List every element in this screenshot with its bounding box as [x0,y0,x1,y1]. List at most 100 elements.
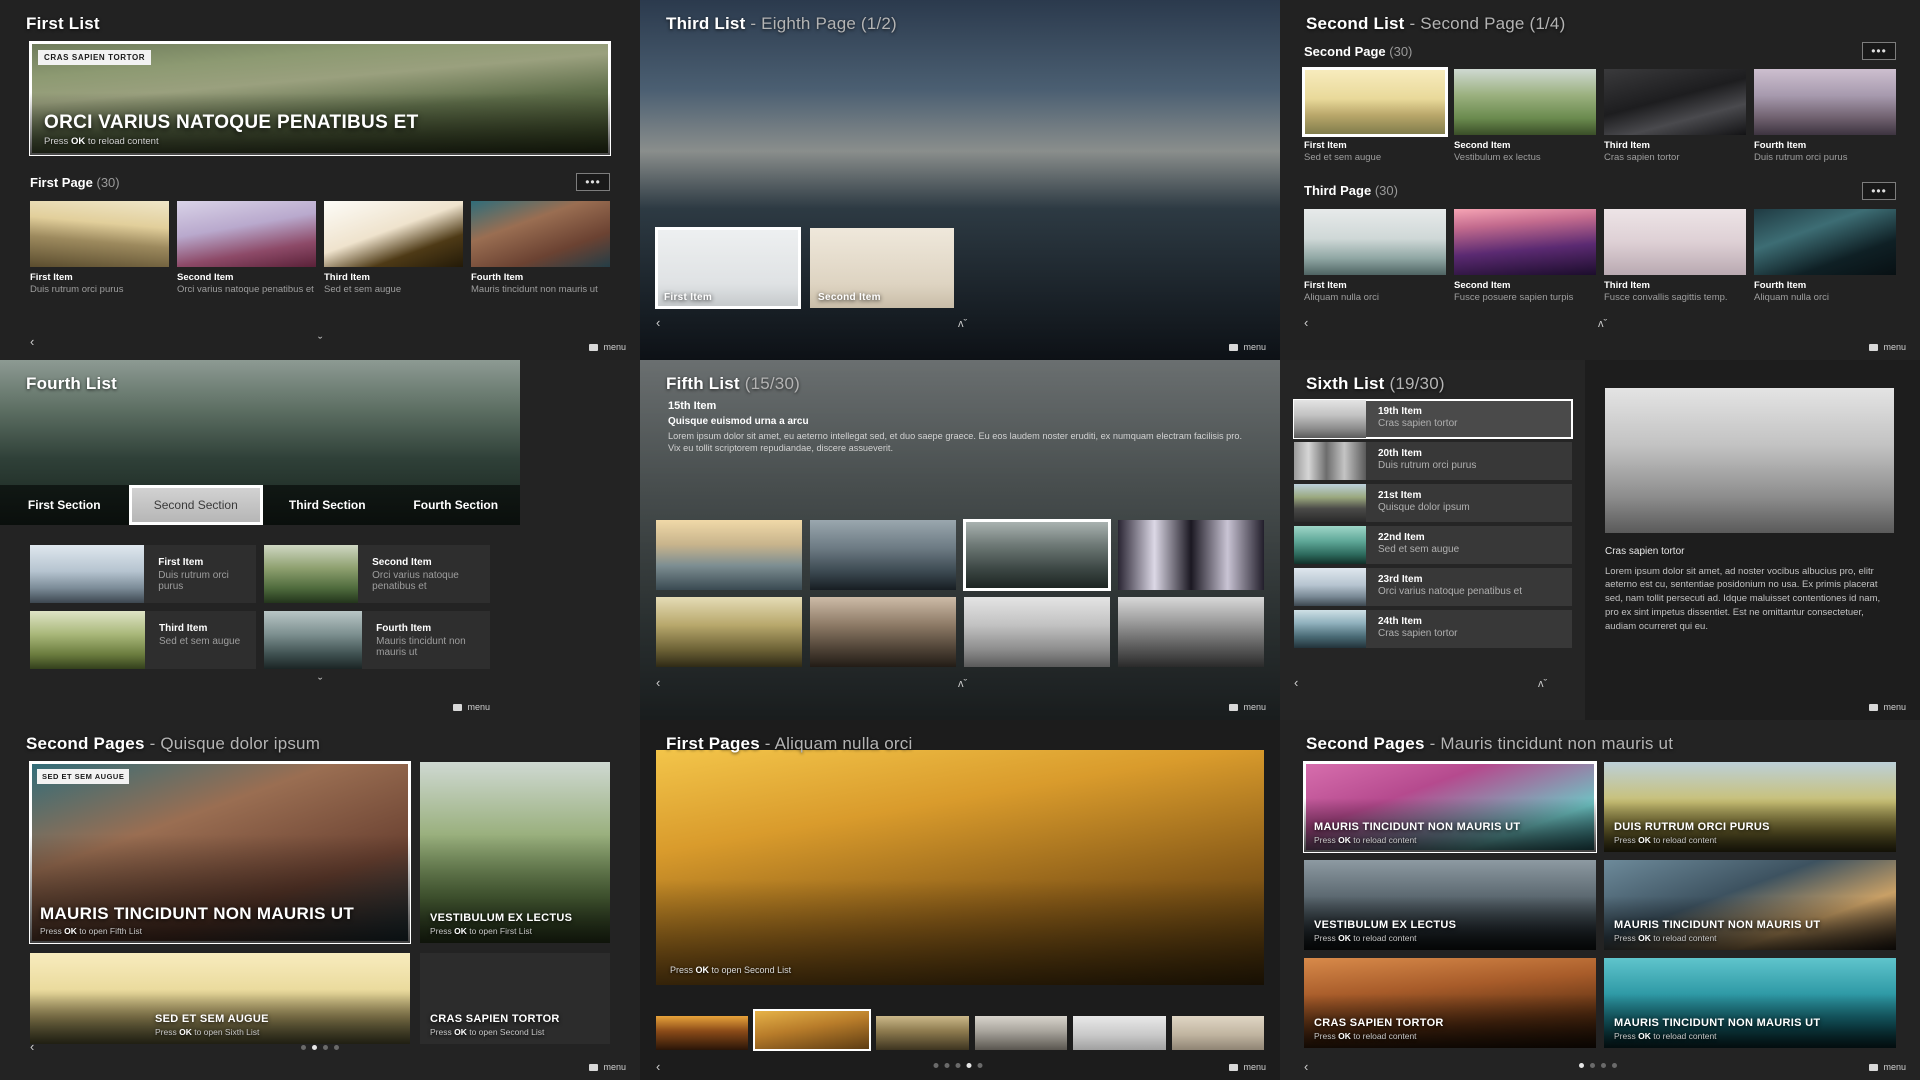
tab-third-section[interactable]: Third Section [263,485,392,525]
list-item[interactable]: 23rd Item Orci varius natoque penatibus … [1294,568,1572,606]
tile-item[interactable]: First Item [655,227,801,309]
left-arrow-icon[interactable]: ‹ [1304,1059,1308,1074]
pager-dot[interactable] [1612,1063,1617,1068]
pager-dot[interactable] [1579,1063,1584,1068]
left-arrow-icon[interactable]: ‹ [30,1039,34,1054]
menu-indicator[interactable]: menu [1229,1062,1266,1072]
tile-item[interactable] [964,597,1110,667]
card-item[interactable]: Second Item Vestibulum ex lectus [1454,69,1596,164]
pager-dot[interactable] [944,1063,950,1068]
more-button[interactable]: ••• [1862,42,1896,60]
tile-item[interactable] [1118,597,1264,667]
pager-dot[interactable] [301,1045,306,1050]
menu-indicator[interactable]: menu [589,1062,626,1072]
pager-dots[interactable] [301,1045,339,1050]
tile-item[interactable] [656,520,802,590]
hero-badge: CRAS SAPIEN TORTOR [38,50,152,65]
card-item[interactable]: Second Item Fusce posuere sapien turpis [1454,208,1596,304]
pager-dot[interactable] [955,1063,961,1068]
list-item[interactable]: 24th Item Cras sapien tortor [1294,610,1572,648]
pager-dot[interactable] [1590,1063,1595,1068]
pager-dot[interactable] [966,1063,972,1068]
filmstrip-thumb[interactable] [656,1016,749,1050]
menu-indicator[interactable]: menu [1869,702,1906,712]
updown-arrow-icon[interactable]: ʌˇ [958,318,967,330]
card-thumbnail [1754,69,1896,135]
menu-indicator[interactable]: menu [1229,702,1266,712]
updown-arrow-icon[interactable]: ʌˇ [958,678,967,690]
card-item[interactable]: Fourth Item Mauris tincidunt non mauris … [471,201,610,296]
filmstrip-thumb[interactable] [876,1016,969,1050]
hero-tile[interactable]: SED ET SEM AUGUE MAURIS TINCIDUNT NON MA… [29,760,411,945]
tile-item[interactable] [963,519,1111,591]
pager-dot[interactable] [323,1045,328,1050]
pager-dots[interactable] [933,1063,983,1068]
pager-dot[interactable] [334,1045,339,1050]
hero-image[interactable]: Press OK to open Second List [656,750,1264,985]
tile-item[interactable] [1118,520,1264,590]
tile-item[interactable]: VESTIBULUM EX LECTUS Press OK to open Fi… [420,762,610,944]
left-arrow-icon[interactable]: ‹ [656,315,660,330]
list-item[interactable]: First Item Duis rutrum orci purus [30,545,256,603]
menu-indicator[interactable]: menu [589,342,626,352]
menu-indicator[interactable]: menu [453,702,490,712]
item-grid: First Item Duis rutrum orci purus Second… [30,545,490,669]
list-item[interactable]: Fourth Item Mauris tincidunt non mauris … [264,611,490,669]
list-item[interactable]: Third Item Sed et sem augue [30,611,256,669]
list-item[interactable]: Second Item Orci varius natoque penatibu… [264,545,490,603]
filmstrip-thumb[interactable] [1171,1016,1265,1050]
pager-dots[interactable] [1579,1063,1617,1068]
tile-item[interactable]: SED ET SEM AUGUE Press OK to open Sixth … [30,953,410,1044]
tile-item[interactable]: VESTIBULUM EX LECTUS Press OK to reload … [1304,860,1596,950]
tile-item[interactable]: MAURIS TINCIDUNT NON MAURIS UT Press OK … [1303,761,1597,853]
tile-item[interactable] [810,597,956,667]
tile-hint: Press OK to open First List [430,926,533,937]
card-item[interactable]: Third Item Cras sapien tortor [1604,69,1746,164]
pager-dot[interactable] [1601,1063,1606,1068]
left-arrow-icon[interactable]: ‹ [656,675,660,690]
list-item[interactable]: 21st Item Quisque dolor ipsum [1294,484,1572,522]
card-item[interactable]: Fourth Item Aliquam nulla orci [1754,208,1896,304]
list-item[interactable]: 22nd Item Sed et sem augue [1294,526,1572,564]
tile-item[interactable]: CRAS SAPIEN TORTOR Press OK to open Seco… [420,953,610,1044]
card-item[interactable]: First Item Sed et sem augue [1302,67,1448,164]
tile-item[interactable] [810,520,956,590]
menu-indicator[interactable]: menu [1869,342,1906,352]
pager-dot[interactable] [977,1063,983,1068]
tile-item[interactable] [656,597,802,667]
tile-item[interactable]: MAURIS TINCIDUNT NON MAURIS UT Press OK … [1604,958,1896,1048]
tab-first-section[interactable]: First Section [0,485,129,525]
tile-item[interactable]: CRAS SAPIEN TORTOR Press OK to reload co… [1304,958,1596,1048]
pager-dot[interactable] [933,1063,939,1068]
left-arrow-icon[interactable]: ‹ [656,1059,660,1074]
card-item[interactable]: First Item Duis rutrum orci purus [30,201,169,296]
left-arrow-icon[interactable]: ‹ [1294,675,1298,690]
left-arrow-icon[interactable]: ‹ [1304,315,1308,330]
hero-banner[interactable]: CRAS SAPIEN TORTOR ORCI VARIUS NATOQUE P… [29,41,611,156]
card-item[interactable]: Second Item Orci varius natoque penatibu… [177,201,316,296]
card-item[interactable]: Third Item Sed et sem augue [324,201,463,296]
card-item[interactable]: Third Item Fusce convallis sagittis temp… [1604,208,1746,304]
list-item[interactable]: 19th Item Cras sapien tortor [1293,399,1573,439]
more-button[interactable]: ••• [576,173,610,191]
tile-item[interactable]: DUIS RUTRUM ORCI PURUS Press OK to reloa… [1604,762,1896,852]
list-item[interactable]: 20th Item Duis rutrum orci purus [1294,442,1572,480]
menu-indicator[interactable]: menu [1869,1062,1906,1072]
menu-indicator[interactable]: menu [1229,342,1266,352]
down-arrow-icon[interactable]: ˇ [318,675,322,690]
tile-item[interactable]: MAURIS TINCIDUNT NON MAURIS UT Press OK … [1604,860,1896,950]
more-button[interactable]: ••• [1862,181,1896,200]
pager-dot[interactable] [312,1045,317,1050]
tile-item[interactable]: Second Item [810,228,954,308]
down-arrow-icon[interactable]: ˇ [318,334,322,356]
updown-arrow-icon[interactable]: ʌˇ [1598,318,1607,330]
filmstrip-thumb[interactable] [974,1016,1068,1050]
filmstrip-thumb[interactable] [753,1009,872,1051]
tab-second-section[interactable]: Second Section [128,485,263,525]
left-arrow-icon[interactable]: ‹ [30,334,34,356]
tab-fourth-section[interactable]: Fourth Section [392,485,521,525]
updown-arrow-icon[interactable]: ʌˇ [1538,678,1547,690]
filmstrip-thumb[interactable] [1073,1016,1166,1050]
card-item[interactable]: First Item Aliquam nulla orci [1304,208,1446,304]
card-item[interactable]: Fourth Item Duis rutrum orci purus [1754,69,1896,164]
